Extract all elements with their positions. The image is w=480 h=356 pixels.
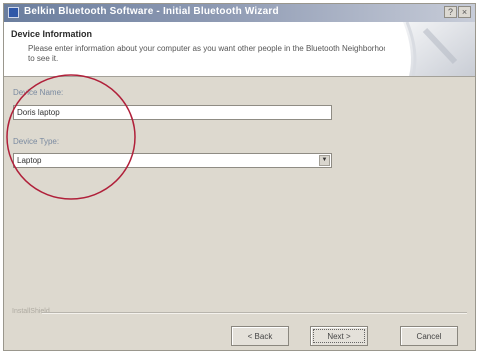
device-type-value: Laptop [17, 156, 42, 165]
window-title: Belkin Bluetooth Software - Initial Blue… [24, 6, 279, 17]
device-name-label: Device Name: [13, 88, 64, 97]
device-name-input[interactable] [13, 105, 332, 120]
footer-separator [42, 312, 467, 314]
wizard-header: Device Information Please enter informat… [4, 22, 475, 77]
page-title: Device Information [11, 29, 93, 39]
device-type-label: Device Type: [13, 137, 60, 146]
wizard-window: Belkin Bluetooth Software - Initial Blue… [3, 3, 476, 351]
help-button[interactable]: ? [444, 6, 457, 18]
chevron-down-icon[interactable]: ▼ [319, 155, 330, 166]
wizard-body: Device Name: Device Type: Laptop ▼ Insta… [4, 77, 475, 350]
title-bar[interactable]: Belkin Bluetooth Software - Initial Blue… [4, 4, 475, 22]
next-button[interactable]: Next > [310, 326, 368, 346]
page-description: Please enter information about your comp… [28, 44, 393, 63]
close-button[interactable]: × [458, 6, 471, 18]
cancel-button[interactable]: Cancel [400, 326, 458, 346]
device-type-select[interactable]: Laptop ▼ [13, 153, 332, 168]
bluetooth-app-icon [8, 7, 19, 18]
header-graphic-icon [385, 22, 475, 76]
back-button[interactable]: < Back [231, 326, 289, 346]
window-controls: ? × [444, 6, 471, 18]
